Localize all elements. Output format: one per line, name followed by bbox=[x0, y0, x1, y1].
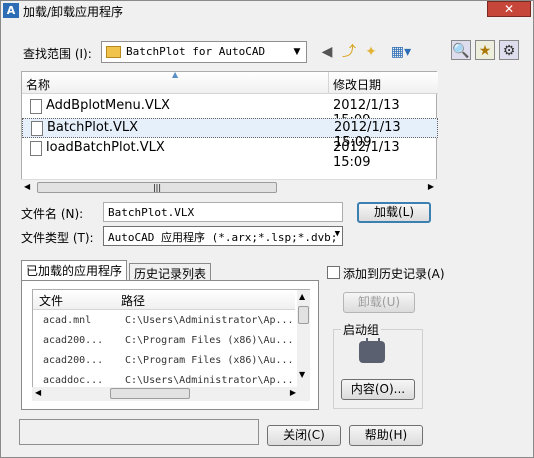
app-file: acaddoc... bbox=[43, 375, 104, 386]
file-date: 2012/1/13 15:09 bbox=[333, 140, 400, 170]
scroll-thumb[interactable] bbox=[298, 306, 309, 324]
tools-icon[interactable]: ⚙ bbox=[499, 40, 519, 60]
status-field bbox=[19, 419, 259, 445]
add-history-checkbox[interactable] bbox=[327, 266, 340, 279]
app-list[interactable]: 文件 路径 acad.mnl C:\Users\Administrator\Ap.… bbox=[32, 289, 310, 401]
add-history-label[interactable]: 添加到历史记录(A) bbox=[343, 265, 445, 282]
column-header-date[interactable]: 修改日期 bbox=[328, 72, 438, 94]
scroll-left-icon[interactable]: ◀ bbox=[35, 388, 41, 397]
app-icon: A bbox=[3, 3, 19, 18]
lookin-value: BatchPlot for AutoCAD bbox=[126, 45, 266, 58]
horizontal-scrollbar[interactable]: ◀ ||| ▶ bbox=[21, 179, 437, 194]
favorites-icon[interactable]: ★ bbox=[475, 40, 495, 60]
contents-button[interactable]: 内容(O)... bbox=[341, 379, 415, 400]
chevron-down-icon[interactable]: ▼ bbox=[290, 44, 304, 60]
filename-field[interactable]: BatchPlot.VLX bbox=[103, 202, 343, 222]
window-title: 加载/卸载应用程序 bbox=[23, 5, 124, 19]
file-list[interactable]: 名称 ▲ 修改日期 AddBplotMenu.VLX 2012/1/13 15:… bbox=[21, 70, 438, 193]
file-name: loadBatchPlot.VLX bbox=[46, 140, 165, 155]
column-date-label: 修改日期 bbox=[333, 78, 382, 92]
loaded-apps-panel: 文件 路径 acad.mnl C:\Users\Administrator\Ap.… bbox=[21, 280, 319, 410]
lookin-combo[interactable]: BatchPlot for AutoCAD ▼ bbox=[101, 41, 307, 63]
help-button[interactable]: 帮助(H) bbox=[349, 425, 423, 446]
scroll-thumb[interactable] bbox=[110, 388, 190, 399]
app-row[interactable]: acad.mnl C:\Users\Administrator\Ap... bbox=[33, 312, 295, 332]
app-row[interactable]: acaddoc... C:\Users\Administrator\Ap... bbox=[33, 372, 295, 386]
scroll-right-icon[interactable]: ▶ bbox=[428, 182, 434, 191]
vertical-scrollbar[interactable]: ▲ ▼ bbox=[297, 290, 310, 400]
scroll-left-icon[interactable]: ◀ bbox=[24, 182, 30, 191]
scroll-up-icon[interactable]: ▲ bbox=[299, 292, 305, 301]
sort-arrow-icon: ▲ bbox=[172, 70, 179, 79]
up-folder-icon[interactable]: ⤴ bbox=[339, 42, 359, 62]
briefcase-icon bbox=[359, 335, 385, 363]
app-row[interactable]: acad200... C:\Program Files (x86)\Au... bbox=[33, 332, 295, 352]
tab-history[interactable]: 历史记录列表 bbox=[129, 263, 212, 281]
search-web-icon[interactable]: 🔍 bbox=[451, 40, 471, 60]
scroll-down-icon[interactable]: ▼ bbox=[299, 370, 305, 379]
scroll-right-icon[interactable]: ▶ bbox=[290, 388, 296, 397]
app-path: C:\Program Files (x86)\Au... bbox=[125, 335, 294, 346]
lookin-label: 查找范围 (I): bbox=[23, 47, 92, 61]
app-path: C:\Program Files (x86)\Au... bbox=[125, 355, 294, 366]
app-file: acad200... bbox=[43, 335, 104, 346]
file-icon bbox=[30, 141, 42, 156]
file-icon bbox=[31, 121, 43, 136]
unload-button[interactable]: 卸载(U) bbox=[343, 292, 415, 313]
title-bar: A 加载/卸载应用程序 ✕ bbox=[1, 1, 533, 20]
filename-label: 文件名 (N): bbox=[21, 207, 84, 221]
column-name-label: 名称 bbox=[26, 78, 51, 92]
horizontal-scrollbar[interactable]: ◀ ▶ bbox=[32, 387, 310, 401]
tab-loaded-apps[interactable]: 已加载的应用程序 bbox=[21, 260, 128, 281]
app-path: C:\Users\Administrator\Ap... bbox=[125, 375, 294, 386]
views-menu-icon[interactable]: ▦▾ bbox=[387, 42, 415, 62]
file-row[interactable]: loadBatchPlot.VLX 2012/1/13 15:09 bbox=[22, 139, 438, 170]
app-row[interactable]: acad200... C:\Program Files (x86)\Au... bbox=[33, 352, 295, 372]
folder-icon bbox=[106, 46, 121, 58]
new-folder-icon[interactable]: ✦ bbox=[361, 42, 381, 62]
app-file: acad200... bbox=[43, 355, 104, 366]
file-row-selected[interactable]: BatchPlot.VLX 2012/1/13 15:09 bbox=[22, 118, 438, 150]
close-window-button[interactable]: ✕ bbox=[487, 1, 531, 17]
back-icon[interactable]: ◀ bbox=[317, 42, 337, 62]
file-name: AddBplotMenu.VLX bbox=[46, 98, 170, 113]
startup-group-label: 启动组 bbox=[341, 321, 382, 338]
app-list-header: 文件 路径 bbox=[33, 290, 295, 310]
app-path: C:\Users\Administrator\Ap... bbox=[125, 315, 294, 326]
scroll-thumb[interactable]: ||| bbox=[37, 182, 277, 193]
file-row[interactable]: AddBplotMenu.VLX 2012/1/13 15:09 bbox=[22, 97, 438, 128]
column-path-label: 路径 bbox=[121, 294, 146, 308]
load-button[interactable]: 加载(L) bbox=[357, 202, 431, 223]
app-file: acad.mnl bbox=[43, 315, 92, 326]
filetype-label: 文件类型 (T): bbox=[21, 231, 94, 245]
dialog-window: A 加载/卸载应用程序 ✕ 查找范围 (I): BatchPlot for Au… bbox=[0, 0, 534, 458]
column-header-name[interactable]: 名称 ▲ bbox=[22, 70, 328, 94]
filetype-select[interactable]: AutoCAD 应用程序 (*.arx;*.lsp;*.dvb; ▼ bbox=[103, 226, 343, 246]
file-name: BatchPlot.VLX bbox=[47, 120, 139, 135]
file-icon bbox=[30, 99, 42, 114]
column-file-label: 文件 bbox=[39, 294, 64, 308]
chevron-down-icon[interactable]: ▼ bbox=[335, 229, 340, 239]
close-button[interactable]: 关闭(C) bbox=[267, 425, 341, 446]
filetype-value: AutoCAD 应用程序 (*.arx;*.lsp;*.dvb; bbox=[108, 231, 338, 244]
